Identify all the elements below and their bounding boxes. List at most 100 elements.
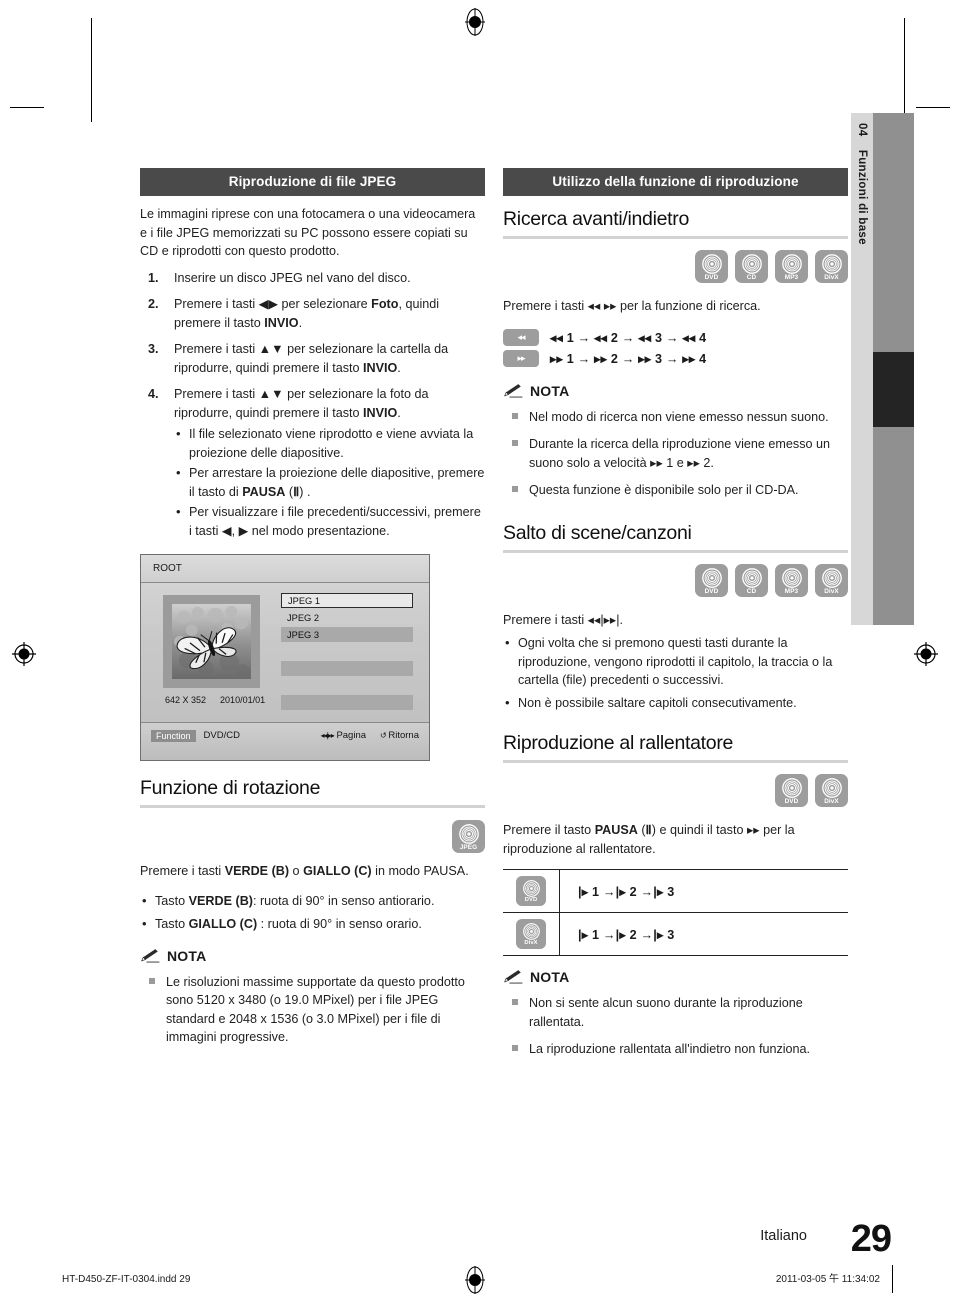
media-chip-dvd: DVD	[775, 774, 808, 807]
osd-resolution: 642 X 352	[165, 695, 207, 705]
heading-skip: Salto di scene/canzoni	[503, 521, 692, 544]
osd-file-item-empty	[281, 644, 413, 659]
osd-file-item[interactable]: JPEG 3	[281, 627, 413, 642]
registration-mark-right	[912, 640, 940, 668]
note-item: Durante la ricerca della riproduzione vi…	[503, 435, 848, 472]
step-number: 1.	[148, 270, 159, 285]
osd-thumbnail-frame	[163, 595, 260, 688]
osd-function-value: DVD/CD	[203, 730, 240, 741]
manual-page: 04 Funzioni di base Riproduzione di file…	[0, 0, 954, 1307]
note-item: Nel modo di ricerca non viene emesso nes…	[503, 408, 848, 427]
step-item: 1. Inserire un disco JPEG nel vano del d…	[140, 269, 485, 288]
section-band-jpeg: Riproduzione di file JPEG	[140, 168, 485, 196]
chapter-tab-marker	[873, 352, 914, 427]
media-chip-label: MP3	[784, 274, 799, 281]
disc-icon	[741, 254, 762, 274]
bullet-item: Tasto GIALLO (C) : ruota di 90° in senso…	[140, 914, 485, 934]
speed-sequence: ◂◂ 1 → ◂◂ 2 → ◂◂ 3 → ◂◂ 4	[550, 330, 707, 345]
heading-rule	[140, 805, 485, 808]
disc-icon	[522, 880, 540, 897]
chapter-tab-label: 04 Funzioni di base	[851, 113, 873, 625]
media-chip-label: DivX	[824, 274, 839, 281]
media-chip-cd: CD	[735, 250, 768, 283]
media-chip-mp3: MP3	[775, 250, 808, 283]
media-chip-mp3: MP3	[775, 563, 808, 597]
osd-title: ROOT	[141, 555, 429, 583]
osd-page-hint: ◂◂|▸▸ Pagina	[321, 730, 366, 741]
media-chips-rotation: JPEG	[140, 820, 485, 853]
media-chip-divx: DivX	[815, 563, 848, 597]
table-cell-media: DVD	[503, 870, 560, 912]
media-chip-divx: DivX	[815, 774, 848, 807]
disc-icon	[701, 254, 722, 274]
osd-footer-bar: Function DVD/CD ◂◂|▸▸ Pagina ↺ Ritorna	[141, 722, 429, 760]
registration-mark-top	[461, 8, 489, 36]
disc-icon	[741, 567, 762, 588]
media-chip-dvd: DVD	[516, 876, 546, 906]
disc-icon	[458, 824, 479, 844]
speed-sequence: ▸▸ 1 → ▸▸ 2 → ▸▸ 3 → ▸▸ 4	[550, 351, 707, 366]
osd-metadata: 642 X 352 2010/01/01	[165, 695, 265, 705]
section-band-playback: Utilizzo della funzione di riproduzione	[503, 168, 848, 196]
rotation-bullets: Tasto VERDE (B): ruota di 90° in senso a…	[140, 891, 485, 934]
crop-mark-top-left	[91, 18, 92, 122]
crop-mark-top-right	[904, 18, 905, 122]
media-chip-label: DivX	[824, 587, 839, 595]
print-timestamp: 2011-03-05 午 11:34:02	[775, 1274, 880, 1285]
note-item: Questa funzione è disponibile solo per i…	[503, 481, 848, 500]
crop-mark-right-top	[916, 107, 950, 108]
page-number: 29	[850, 1218, 892, 1260]
jpeg-intro-text: Le immagini riprese con una fotocamera o…	[140, 207, 476, 258]
media-chip-label: DivX	[824, 798, 839, 805]
media-chip-label: JPEG	[459, 844, 478, 851]
media-chips-search: DVD CD MP3 DivX	[503, 250, 848, 283]
search-speed-table: ◂◂ ◂◂ 1 → ◂◂ 2 → ◂◂ 3 → ◂◂ 4 ▸▸ ▸▸ 1 → ▸…	[503, 328, 848, 367]
note-list: Le risoluzioni massime supportate da que…	[140, 973, 485, 1047]
osd-return-hint: ↺ Ritorna	[380, 730, 419, 741]
step-number: 3.	[148, 342, 159, 356]
step-item: 3. Premere i tasti ▲▼ per selezionare la…	[140, 340, 485, 377]
chapter-number: 04	[856, 123, 868, 137]
step-text: Premere i tasti ▲▼ per selezionare la ca…	[174, 342, 449, 375]
print-file-name: HT-D450-ZF-IT-0304.indd 29	[62, 1274, 191, 1285]
pencil-icon	[504, 970, 523, 984]
disc-icon	[701, 567, 722, 588]
speed-row: ▸▸ ▸▸ 1 → ▸▸ 2 → ▸▸ 3 → ▸▸ 4	[503, 349, 848, 367]
disc-icon	[781, 567, 802, 588]
slow-intro: Premere il tasto PAUSA (Ⅱ) e quindi il t…	[503, 823, 795, 856]
disc-icon	[821, 567, 842, 588]
rotation-intro: Premere i tasti VERDE (B) o GIALLO (C) i…	[140, 864, 469, 878]
osd-file-item-selected[interactable]: JPEG 1	[281, 593, 413, 608]
forward-key-icon: ▸▸	[503, 349, 539, 367]
step-item: 2. Premere i tasti ◀▶ per selezionare Fo…	[140, 295, 485, 332]
disc-icon	[781, 778, 802, 798]
bullet-item: Non è possibile saltare capitoli consecu…	[503, 693, 848, 713]
bullet-item: Tasto VERDE (B): ruota di 90° in senso a…	[140, 891, 485, 911]
osd-function-label[interactable]: Function	[151, 729, 196, 742]
osd-file-item[interactable]: JPEG 2	[281, 610, 413, 625]
note-block-rotation: NOTA Le risoluzioni massime supportate d…	[140, 948, 485, 1047]
skip-intro: Premere i tasti ◂◂|▸▸|.	[503, 612, 624, 627]
disc-icon	[522, 923, 540, 940]
heading-rule	[503, 549, 848, 553]
left-column: Riproduzione di file JPEG Le immagini ri…	[140, 168, 485, 1047]
media-chip-label: CD	[746, 587, 757, 595]
bullet-item: Il file selezionato viene riprodotto e v…	[174, 424, 485, 462]
print-edge-rule	[892, 1265, 893, 1293]
media-chip-divx: DivX	[516, 919, 546, 949]
osd-page-label: Pagina	[336, 730, 367, 741]
media-chip-jpeg: JPEG	[452, 820, 485, 853]
step4-bullet-list: Il file selezionato viene riprodotto e v…	[174, 424, 485, 540]
step-text: Premere i tasti ▲▼ per selezionare la fo…	[174, 387, 429, 420]
osd-return-label: Ritorna	[388, 730, 419, 741]
note-block-slow: NOTA Non si sente alcun suono durante la…	[503, 969, 848, 1059]
bullet-item: Per visualizzare i file precedenti/succe…	[174, 502, 485, 540]
osd-file-item-empty	[281, 661, 413, 676]
disc-icon	[821, 254, 842, 274]
note-label: NOTA	[530, 969, 570, 985]
disc-icon	[821, 778, 842, 798]
search-intro: Premere i tasti ◂◂ ▸▸ per la funzione di…	[503, 299, 761, 313]
osd-body: 642 X 352 2010/01/01 JPEG 1 JPEG 2 JPEG …	[141, 583, 429, 723]
butterfly-photo-icon	[172, 604, 251, 679]
note-item: Le risoluzioni massime supportate da que…	[140, 973, 485, 1047]
